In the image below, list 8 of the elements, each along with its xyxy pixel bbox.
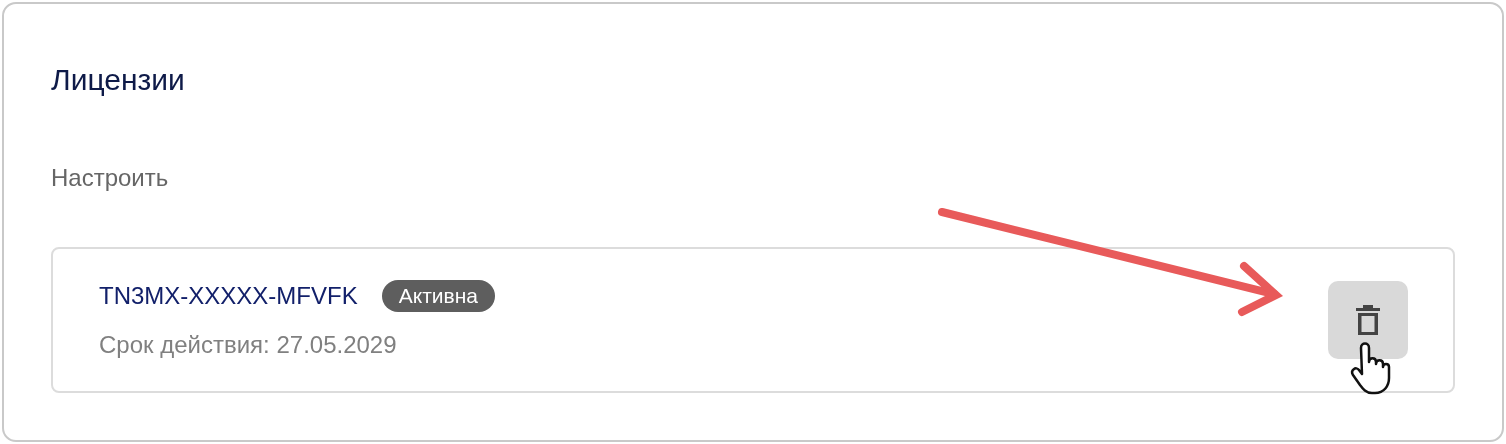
expiry-date: Срок действия: 27.05.2029 [99,330,398,360]
status-badge: Активна [381,280,495,312]
section-title: Лицензии [51,62,186,98]
delete-button[interactable] [1328,281,1408,359]
trash-icon [1355,303,1381,337]
license-key: TN3MX-XXXXX-MFVFK [99,280,358,312]
configure-label: Настроить [51,163,170,193]
hand-cursor-icon [1350,342,1391,395]
